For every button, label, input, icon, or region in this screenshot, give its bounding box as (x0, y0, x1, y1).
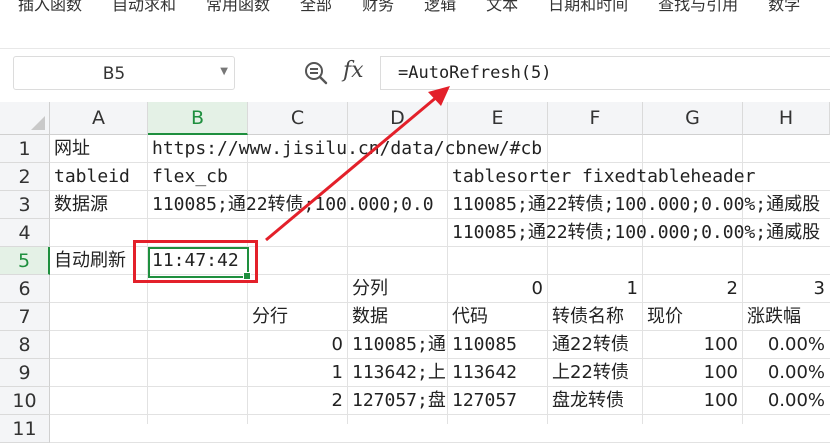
cell-D10[interactable]: 127057;盘 (352, 387, 448, 415)
formula-text[interactable]: =AutoRefresh(5) (398, 63, 552, 83)
annotation-box (133, 240, 258, 283)
cell-E8[interactable]: 110085 (452, 331, 548, 359)
cell-D9[interactable]: 113642;上 (352, 359, 448, 387)
ribbon-item-6[interactable]: 文本 (486, 0, 518, 14)
cell-C8[interactable]: 0 (248, 331, 348, 359)
row-header-6[interactable]: 6 (0, 275, 50, 303)
row-header-10[interactable]: 10 (0, 387, 50, 415)
column-header-B[interactable]: B (148, 102, 248, 135)
ribbon-item-4[interactable]: 财务 (362, 0, 394, 14)
cell-A2[interactable]: tableid (54, 163, 148, 191)
ribbon-item-8[interactable]: 查找与引用 (658, 0, 738, 14)
cell-E3[interactable]: 110085;通22转债;100.000;0.00%;通威股 (452, 191, 830, 219)
cell-E6[interactable]: 0 (448, 275, 548, 303)
column-header-A[interactable]: A (50, 102, 148, 135)
zoom-icon[interactable] (303, 60, 329, 86)
cell-G10[interactable]: 100 (643, 387, 743, 415)
cell-E2[interactable]: tablesorter fixedtableheader (452, 163, 830, 191)
cell-F8[interactable]: 通22转债 (552, 331, 643, 359)
cell-D7[interactable]: 数据 (352, 303, 448, 331)
column-header-C[interactable]: C (248, 102, 348, 135)
cell-A1[interactable]: 网址 (54, 135, 148, 163)
ribbon-item-9[interactable]: 数学 (768, 0, 800, 14)
name-box-value: B5 (102, 64, 126, 84)
cell-F6[interactable]: 1 (548, 275, 643, 303)
cell-F9[interactable]: 上22转债 (552, 359, 643, 387)
cell-E10[interactable]: 127057 (452, 387, 548, 415)
cell-D8[interactable]: 110085;通 (352, 331, 448, 359)
cell-A3[interactable]: 数据源 (54, 191, 148, 219)
spreadsheet-grid[interactable]: ABCDEFGH 1 2 3 4 5 6 7 8 9 10 11 网址 https://www.jis… (0, 102, 830, 443)
cell-D6[interactable]: 分列 (352, 275, 448, 303)
fx-icon[interactable]: fx (343, 58, 364, 83)
row-header-9[interactable]: 9 (0, 359, 50, 387)
column-header-F[interactable]: F (548, 102, 643, 135)
cell-B1[interactable]: https://www.jisilu.cn/data/cbnew/#cb (152, 135, 830, 163)
column-header-E[interactable]: E (448, 102, 548, 135)
column-header-D[interactable]: D (348, 102, 448, 135)
toolbar-spacer (0, 14, 830, 49)
row-header-7[interactable]: 7 (0, 303, 50, 331)
row-header-11[interactable]: 11 (0, 415, 50, 443)
row-header-3[interactable]: 3 (0, 191, 50, 219)
column-header-H[interactable]: H (743, 102, 830, 135)
cell-E7[interactable]: 代码 (452, 303, 548, 331)
cell-G8[interactable]: 100 (643, 331, 743, 359)
ribbon-items: 插入函数 自动求和 常用函数 全部 财务 逻辑 文本 日期和时间 查找与引用 数学 (18, 0, 830, 14)
row-header-2[interactable]: 2 (0, 163, 50, 191)
cell-H10[interactable]: 0.00% (743, 387, 830, 415)
cell-H8[interactable]: 0.00% (743, 331, 830, 359)
cell-E9[interactable]: 113642 (452, 359, 548, 387)
ribbon-item-1[interactable]: 自动求和 (112, 0, 176, 14)
name-box[interactable]: B5 ▼ (13, 56, 235, 90)
cell-E4[interactable]: 110085;通22转债;100.000;0.00%;通威股 (452, 219, 830, 247)
row-header-5[interactable]: 5 (0, 247, 50, 275)
chevron-down-icon[interactable]: ▼ (220, 66, 228, 77)
ribbon-item-7[interactable]: 日期和时间 (548, 0, 628, 14)
column-header-G[interactable]: G (643, 102, 743, 135)
cell-C9[interactable]: 1 (248, 359, 348, 387)
cell-B2[interactable]: flex_cb (152, 163, 448, 191)
row-header-8[interactable]: 8 (0, 331, 50, 359)
cell-F7[interactable]: 转债名称 (552, 303, 643, 331)
cell-F10[interactable]: 盘龙转债 (552, 387, 643, 415)
select-all-corner[interactable] (0, 102, 50, 135)
ribbon-item-5[interactable]: 逻辑 (424, 0, 456, 14)
cell-C7[interactable]: 分行 (252, 303, 348, 331)
cell-B3[interactable]: 110085;通22转债;100.000;0.0 (152, 191, 448, 219)
cell-G9[interactable]: 100 (643, 359, 743, 387)
cell-G7[interactable]: 现价 (647, 303, 743, 331)
cell-G6[interactable]: 2 (643, 275, 743, 303)
row-header-4[interactable]: 4 (0, 219, 50, 247)
cell-H9[interactable]: 0.00% (743, 359, 830, 387)
row-header-1[interactable]: 1 (0, 135, 50, 163)
formula-bar[interactable]: =AutoRefresh(5) (380, 56, 830, 90)
ribbon-item-0[interactable]: 插入函数 (18, 0, 82, 14)
cell-C10[interactable]: 2 (248, 387, 348, 415)
ribbon-item-3[interactable]: 全部 (300, 0, 332, 14)
ribbon-bar: 插入函数 自动求和 常用函数 全部 财务 逻辑 文本 日期和时间 查找与引用 数学 (0, 0, 830, 14)
cell-H7[interactable]: 涨跌幅 (747, 303, 830, 331)
cell-H6[interactable]: 3 (743, 275, 830, 303)
ribbon-item-2[interactable]: 常用函数 (206, 0, 270, 14)
